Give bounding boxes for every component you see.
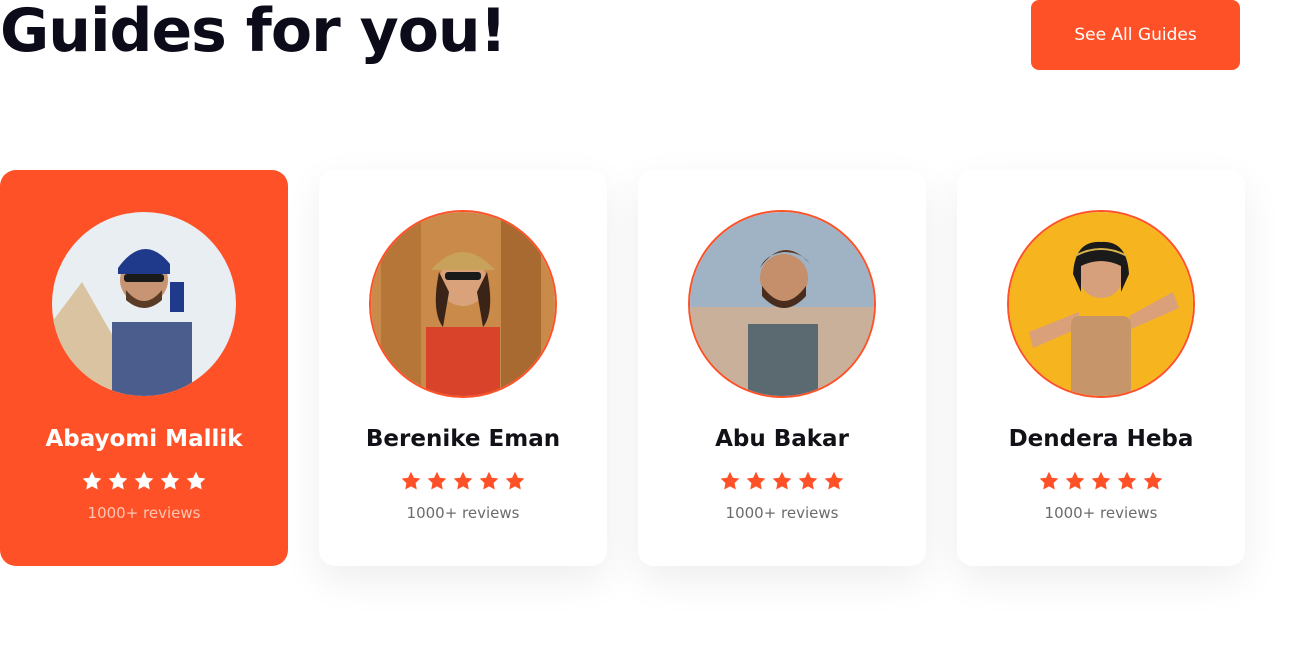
- guide-name: Abayomi Mallik: [45, 426, 243, 452]
- star-icon: [81, 470, 103, 492]
- star-rating: [0, 470, 288, 492]
- guide-card[interactable]: Berenike Eman 1000+ reviews: [319, 170, 607, 566]
- guide-name: Abu Bakar: [715, 426, 849, 452]
- guide-name: Dendera Heba: [1008, 426, 1194, 452]
- star-icon: [1090, 470, 1112, 492]
- guide-card[interactable]: Dendera Heba 1000+ reviews: [957, 170, 1245, 566]
- star-icon: [400, 470, 422, 492]
- star-icon: [1142, 470, 1164, 492]
- star-rating: [957, 470, 1245, 492]
- guide-avatar: [1007, 210, 1195, 398]
- review-count: 1000+ reviews: [725, 504, 839, 522]
- star-icon: [771, 470, 793, 492]
- review-count: 1000+ reviews: [87, 504, 201, 522]
- star-icon: [719, 470, 741, 492]
- star-icon: [185, 470, 207, 492]
- review-count: 1000+ reviews: [1044, 504, 1158, 522]
- star-icon: [797, 470, 819, 492]
- star-icon: [426, 470, 448, 492]
- guide-card[interactable]: Abayomi Mallik 1000+ reviews: [0, 170, 288, 566]
- review-count: 1000+ reviews: [406, 504, 520, 522]
- star-rating: [319, 470, 607, 492]
- star-icon: [745, 470, 767, 492]
- star-icon: [159, 470, 181, 492]
- star-rating: [638, 470, 926, 492]
- guide-avatar: [688, 210, 876, 398]
- star-icon: [452, 470, 474, 492]
- star-icon: [478, 470, 500, 492]
- star-icon: [504, 470, 526, 492]
- star-icon: [1038, 470, 1060, 492]
- guide-avatar: [369, 210, 557, 398]
- star-icon: [1064, 470, 1086, 492]
- section-title: Guides for you!: [0, 0, 507, 66]
- guide-avatar: [50, 210, 238, 398]
- see-all-guides-button[interactable]: See All Guides: [1031, 0, 1240, 70]
- star-icon: [107, 470, 129, 492]
- star-icon: [133, 470, 155, 492]
- guide-card[interactable]: Abu Bakar 1000+ reviews: [638, 170, 926, 566]
- star-icon: [1116, 470, 1138, 492]
- guides-section: Guides for you! See All Guides Abayomi M…: [0, 0, 1305, 656]
- star-icon: [823, 470, 845, 492]
- guide-name: Berenike Eman: [365, 426, 561, 452]
